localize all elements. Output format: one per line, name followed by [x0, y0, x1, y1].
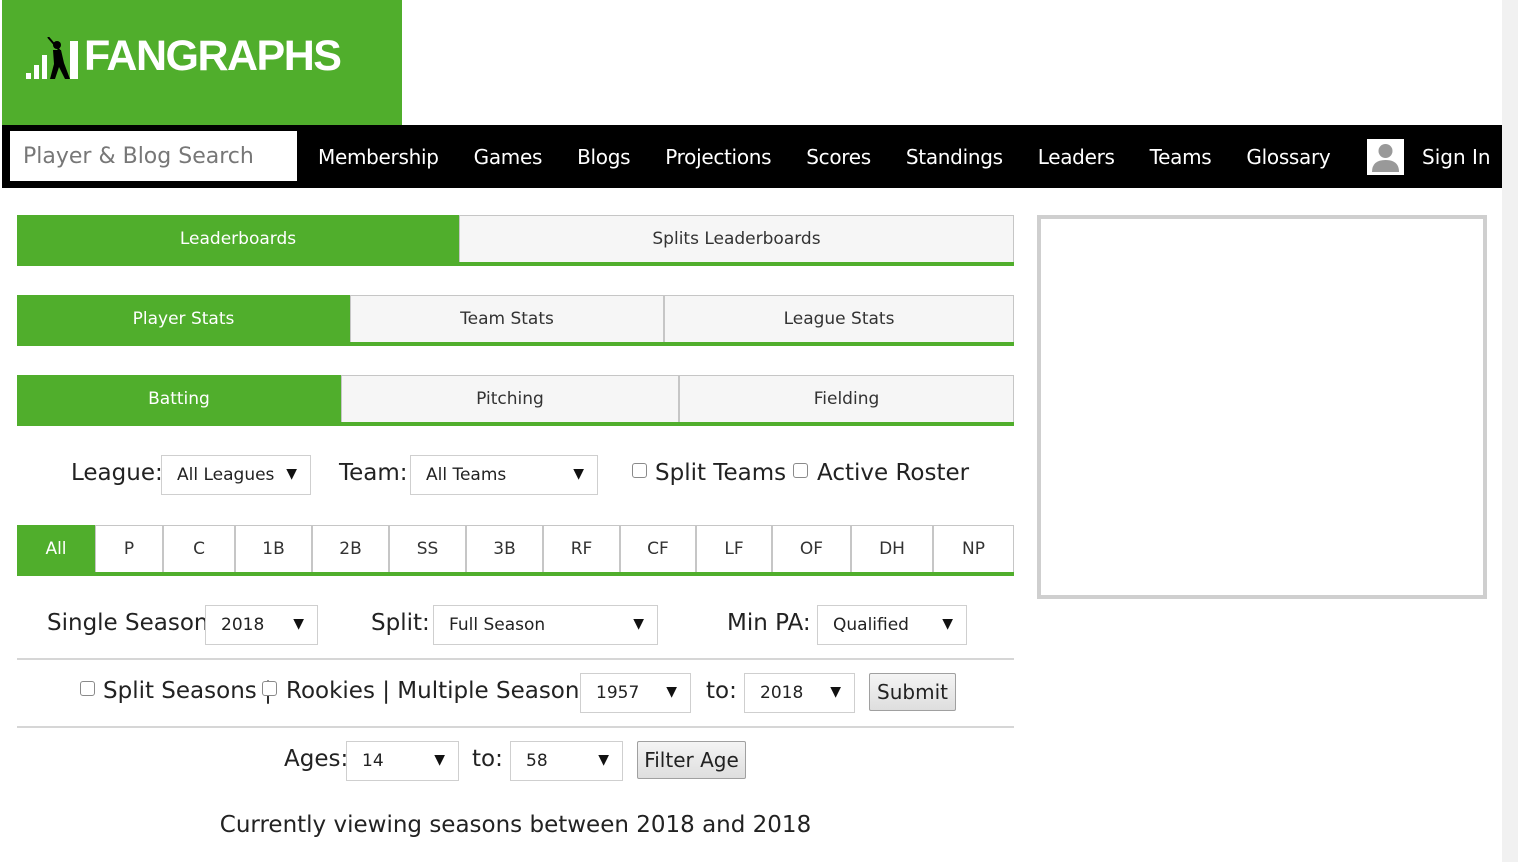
league-label: League:: [71, 460, 163, 486]
team-select[interactable]: All Teams ▼: [410, 455, 598, 495]
split-teams-checkbox[interactable]: [632, 463, 647, 478]
position-c[interactable]: C: [163, 525, 235, 572]
league-select[interactable]: All Leagues ▼: [161, 455, 311, 495]
sign-in-link[interactable]: Sign In: [1422, 145, 1491, 169]
position-tabs: All P C 1B 2B SS 3B RF CF LF OF DH NP: [17, 525, 1014, 576]
age-from-select[interactable]: 14 ▼: [346, 741, 459, 781]
position-rf[interactable]: RF: [543, 525, 620, 572]
season-to-select[interactable]: 2018 ▼: [744, 673, 855, 713]
main-navbar: Membership Games Blogs Projections Score…: [2, 125, 1502, 188]
position-dh[interactable]: DH: [851, 525, 933, 572]
user-silhouette-icon: [1372, 144, 1399, 172]
rookies-checkbox[interactable]: [262, 681, 277, 696]
divider: [17, 658, 1014, 660]
chevron-down-icon: ▼: [830, 684, 841, 700]
nav-item-standings[interactable]: Standings: [906, 145, 1003, 169]
position-p[interactable]: P: [95, 525, 163, 572]
scrollbar-track[interactable]: [1502, 0, 1518, 862]
user-avatar-icon[interactable]: [1367, 139, 1404, 175]
position-cf[interactable]: CF: [620, 525, 696, 572]
tab-fielding[interactable]: Fielding: [679, 375, 1014, 422]
leaderboard-type-tabs: Leaderboards Splits Leaderboards: [17, 215, 1014, 266]
chevron-down-icon: ▼: [666, 684, 677, 700]
active-roster-label: Active Roster: [817, 460, 970, 486]
page: FANGRAPHS Membership Games Blogs Project…: [0, 0, 1518, 862]
single-season-label: Single Season:: [47, 610, 217, 636]
nav-item-games[interactable]: Games: [474, 145, 543, 169]
split-label: Split:: [371, 610, 430, 636]
rookies-multiple-seasons-label: Rookies | Multiple Seasons:: [286, 678, 600, 704]
search-input[interactable]: [10, 131, 297, 181]
team-select-value: All Teams: [426, 465, 507, 485]
age-to-value: 58: [526, 751, 548, 771]
nav-item-membership[interactable]: Membership: [318, 145, 439, 169]
tab-pitching[interactable]: Pitching: [341, 375, 679, 422]
stats-scope-tabs: Player Stats Team Stats League Stats: [17, 295, 1014, 346]
tab-league-stats[interactable]: League Stats: [664, 295, 1014, 342]
single-season-select[interactable]: 2018 ▼: [205, 605, 318, 645]
split-select-value: Full Season: [449, 615, 546, 635]
league-select-value: All Leagues: [177, 465, 275, 485]
nav-item-scores[interactable]: Scores: [806, 145, 871, 169]
tab-leaderboards[interactable]: Leaderboards: [17, 215, 459, 262]
season-from-select[interactable]: 1957 ▼: [580, 673, 691, 713]
batter-logo-icon: [26, 37, 78, 79]
chevron-down-icon: ▼: [633, 616, 644, 632]
season-to-value: 2018: [760, 683, 804, 703]
min-pa-select[interactable]: Qualified ▼: [817, 605, 967, 645]
tab-player-stats[interactable]: Player Stats: [17, 295, 350, 342]
submit-button[interactable]: Submit: [869, 673, 956, 711]
season-from-value: 1957: [596, 683, 640, 703]
single-season-value: 2018: [221, 615, 265, 635]
position-1b[interactable]: 1B: [235, 525, 312, 572]
nav-item-projections[interactable]: Projections: [665, 145, 771, 169]
viewing-seasons-text: Currently viewing seasons between 2018 a…: [219, 812, 812, 838]
active-roster-checkbox[interactable]: [793, 463, 808, 478]
season-to-label: to:: [706, 678, 737, 704]
split-select[interactable]: Full Season ▼: [433, 605, 658, 645]
site-logo[interactable]: FANGRAPHS: [2, 0, 402, 125]
split-seasons-checkbox[interactable]: [80, 681, 95, 696]
min-pa-value: Qualified: [833, 615, 909, 635]
chevron-down-icon: ▼: [286, 466, 297, 482]
position-of[interactable]: OF: [772, 525, 851, 572]
position-2b[interactable]: 2B: [312, 525, 389, 572]
nav-item-blogs[interactable]: Blogs: [577, 145, 630, 169]
tab-batting[interactable]: Batting: [17, 375, 341, 422]
chevron-down-icon: ▼: [573, 466, 584, 482]
ages-label: Ages:: [284, 746, 349, 772]
position-3b[interactable]: 3B: [466, 525, 543, 572]
logo-text: FANGRAPHS: [84, 32, 342, 80]
age-to-select[interactable]: 58 ▼: [510, 741, 623, 781]
age-from-value: 14: [362, 751, 384, 771]
age-to-label: to:: [472, 746, 503, 772]
position-lf[interactable]: LF: [696, 525, 772, 572]
nav-menu: Membership Games Blogs Projections Score…: [318, 125, 1365, 188]
nav-item-glossary[interactable]: Glossary: [1246, 145, 1330, 169]
tab-team-stats[interactable]: Team Stats: [350, 295, 664, 342]
ad-placeholder: [1037, 215, 1487, 599]
position-np[interactable]: NP: [933, 525, 1014, 572]
filter-age-button[interactable]: Filter Age: [637, 741, 746, 779]
tab-splits-leaderboards[interactable]: Splits Leaderboards: [459, 215, 1014, 262]
chevron-down-icon: ▼: [598, 752, 609, 768]
split-teams-label: Split Teams: [655, 460, 787, 486]
min-pa-label: Min PA:: [727, 610, 811, 636]
team-label: Team:: [339, 460, 408, 486]
nav-item-teams[interactable]: Teams: [1150, 145, 1212, 169]
position-all[interactable]: All: [17, 525, 95, 572]
chevron-down-icon: ▼: [942, 616, 953, 632]
stat-type-tabs: Batting Pitching Fielding: [17, 375, 1014, 426]
split-seasons-label: Split Seasons |: [103, 678, 272, 704]
chevron-down-icon: ▼: [293, 616, 304, 632]
position-ss[interactable]: SS: [389, 525, 466, 572]
nav-item-leaders[interactable]: Leaders: [1038, 145, 1115, 169]
divider: [17, 726, 1014, 728]
chevron-down-icon: ▼: [434, 752, 445, 768]
